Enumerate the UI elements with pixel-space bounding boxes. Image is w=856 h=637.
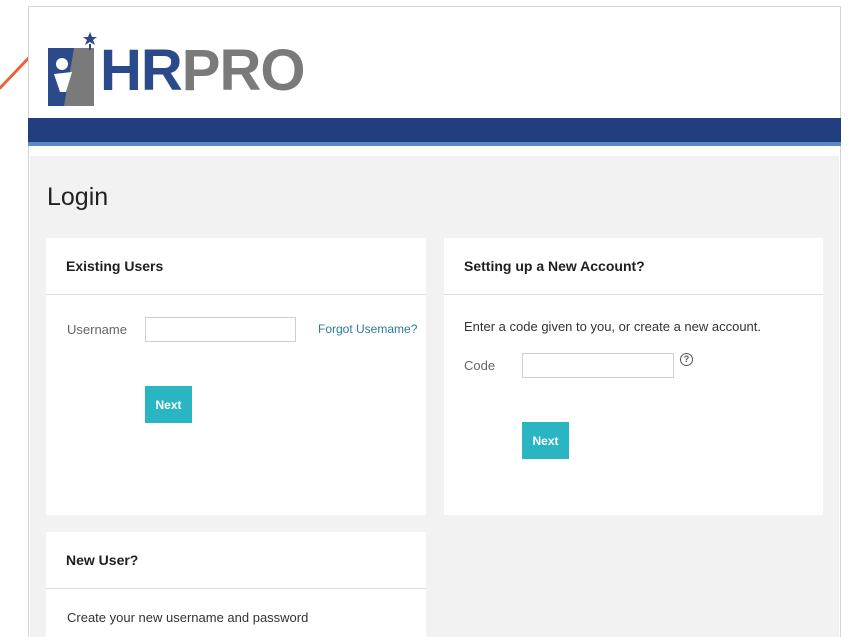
existing-users-next-button[interactable]: Next [145,386,192,423]
new-account-description: Enter a code given to you, or create a n… [464,319,762,334]
page-title: Login [47,183,109,211]
logo-person-star-icon [48,32,97,106]
login-content: Login Existing Users Username Forgot Use… [30,156,839,637]
new-account-heading: Setting up a New Account? [444,238,823,295]
logo-hr-text: HR [100,38,183,103]
forgot-username-link[interactable]: Forgot Usemame? [318,322,417,336]
question-circle-icon[interactable]: ? [680,353,693,366]
hrpro-logo: HRPRO [44,30,374,110]
username-label: Username [67,322,127,337]
code-label: Code [464,358,496,373]
logo-wordmark: HRPRO [100,38,306,104]
code-input[interactable] [522,353,674,378]
logo-pro-text: PRO [181,38,306,103]
new-user-heading: New User? [46,532,426,589]
brand-bar [28,118,841,142]
existing-users-card: Existing Users Username Forgot Usemame? … [46,238,426,515]
new-account-next-button[interactable]: Next [522,422,569,459]
new-user-description: Create your new username and password [67,610,309,625]
new-user-card: New User? Create your new username and p… [46,532,426,637]
existing-users-heading: Existing Users [46,238,426,295]
username-input[interactable] [145,317,296,342]
brand-bar-accent [28,142,841,146]
new-account-card: Setting up a New Account? Enter a code g… [444,238,823,515]
